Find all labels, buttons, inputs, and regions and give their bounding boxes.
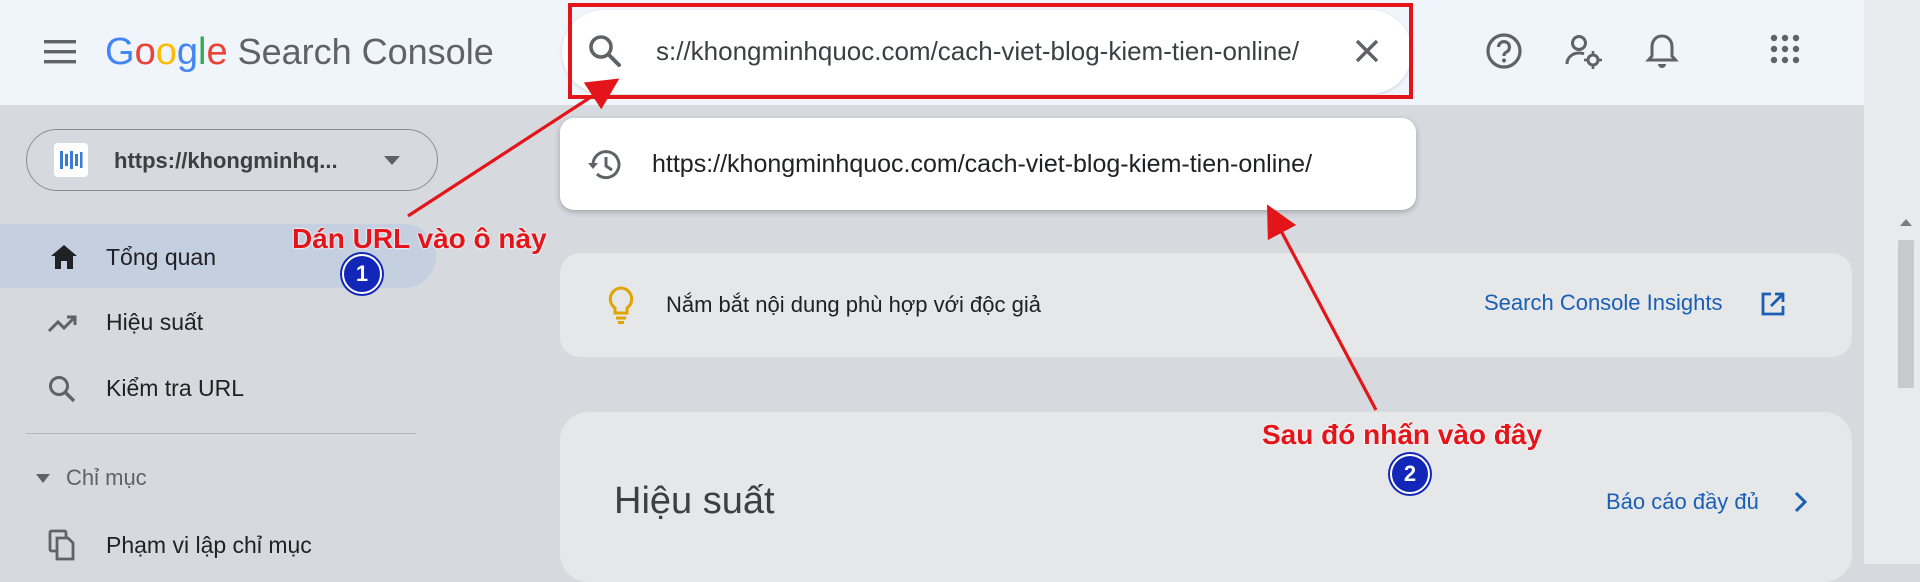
annotation-step-2-badge: 2 [1390,454,1430,494]
property-url: https://khongminhq... [114,148,338,173]
open-in-new-icon[interactable] [1760,291,1786,317]
suggestion-url[interactable]: https://khongminhquoc.com/cach-viet-blog… [652,147,1312,181]
sidebar-item-coverage[interactable]: Phạm vi lập chỉ mục [106,530,312,560]
sidebar-item-performance[interactable]: Hiệu suất [106,307,203,337]
logo-letter: g [176,31,198,73]
history-icon [588,150,621,180]
copy-icon [48,529,75,561]
performance-title: Hiệu suất [614,480,775,522]
notifications-icon[interactable] [1642,31,1682,71]
property-logo-icon [54,143,88,177]
chevron-right-icon[interactable] [1792,490,1810,514]
home-icon [51,245,77,269]
scrollbar-thumb[interactable] [1898,240,1914,388]
logo-letter: o [155,31,177,73]
sidebar-section-index[interactable]: Chỉ mục [66,463,147,493]
apps-icon[interactable] [1770,34,1800,64]
annotation-step-2-text: Sau đó nhấn vào đây [1262,419,1543,450]
sidebar-divider [26,433,416,434]
annotation-step-1-badge: 1 [342,254,382,294]
scroll-up-arrow-icon[interactable] [1898,216,1914,228]
sidebar-item-url-inspection[interactable]: Kiểm tra URL [106,373,244,403]
logo-letter: e [206,31,228,73]
search-console-insights-link[interactable]: Search Console Insights [1484,288,1722,318]
search-console-logo[interactable]: Google Search Console [105,30,494,74]
sidebar-item-label: Tổng quan [106,244,216,270]
lightbulb-icon [608,286,634,324]
logo-letter: o [134,31,156,73]
chevron-down-icon[interactable] [383,155,401,167]
product-name: Search Console [237,31,494,72]
search-icon [49,376,76,403]
full-report-link[interactable]: Báo cáo đầy đủ [1606,487,1759,517]
logo-letter: G [105,31,135,73]
help-icon[interactable] [1484,31,1524,71]
annotation-step-1-text: Dán URL vào ô này [292,223,547,254]
search-box-highlight [568,3,1413,99]
caret-down-icon[interactable] [36,474,50,484]
menu-icon[interactable] [42,37,78,67]
trending-up-icon [47,315,77,333]
insights-text: Nắm bắt nội dung phù hợp với độc giả [666,292,1041,317]
admin-settings-icon[interactable] [1564,31,1604,71]
